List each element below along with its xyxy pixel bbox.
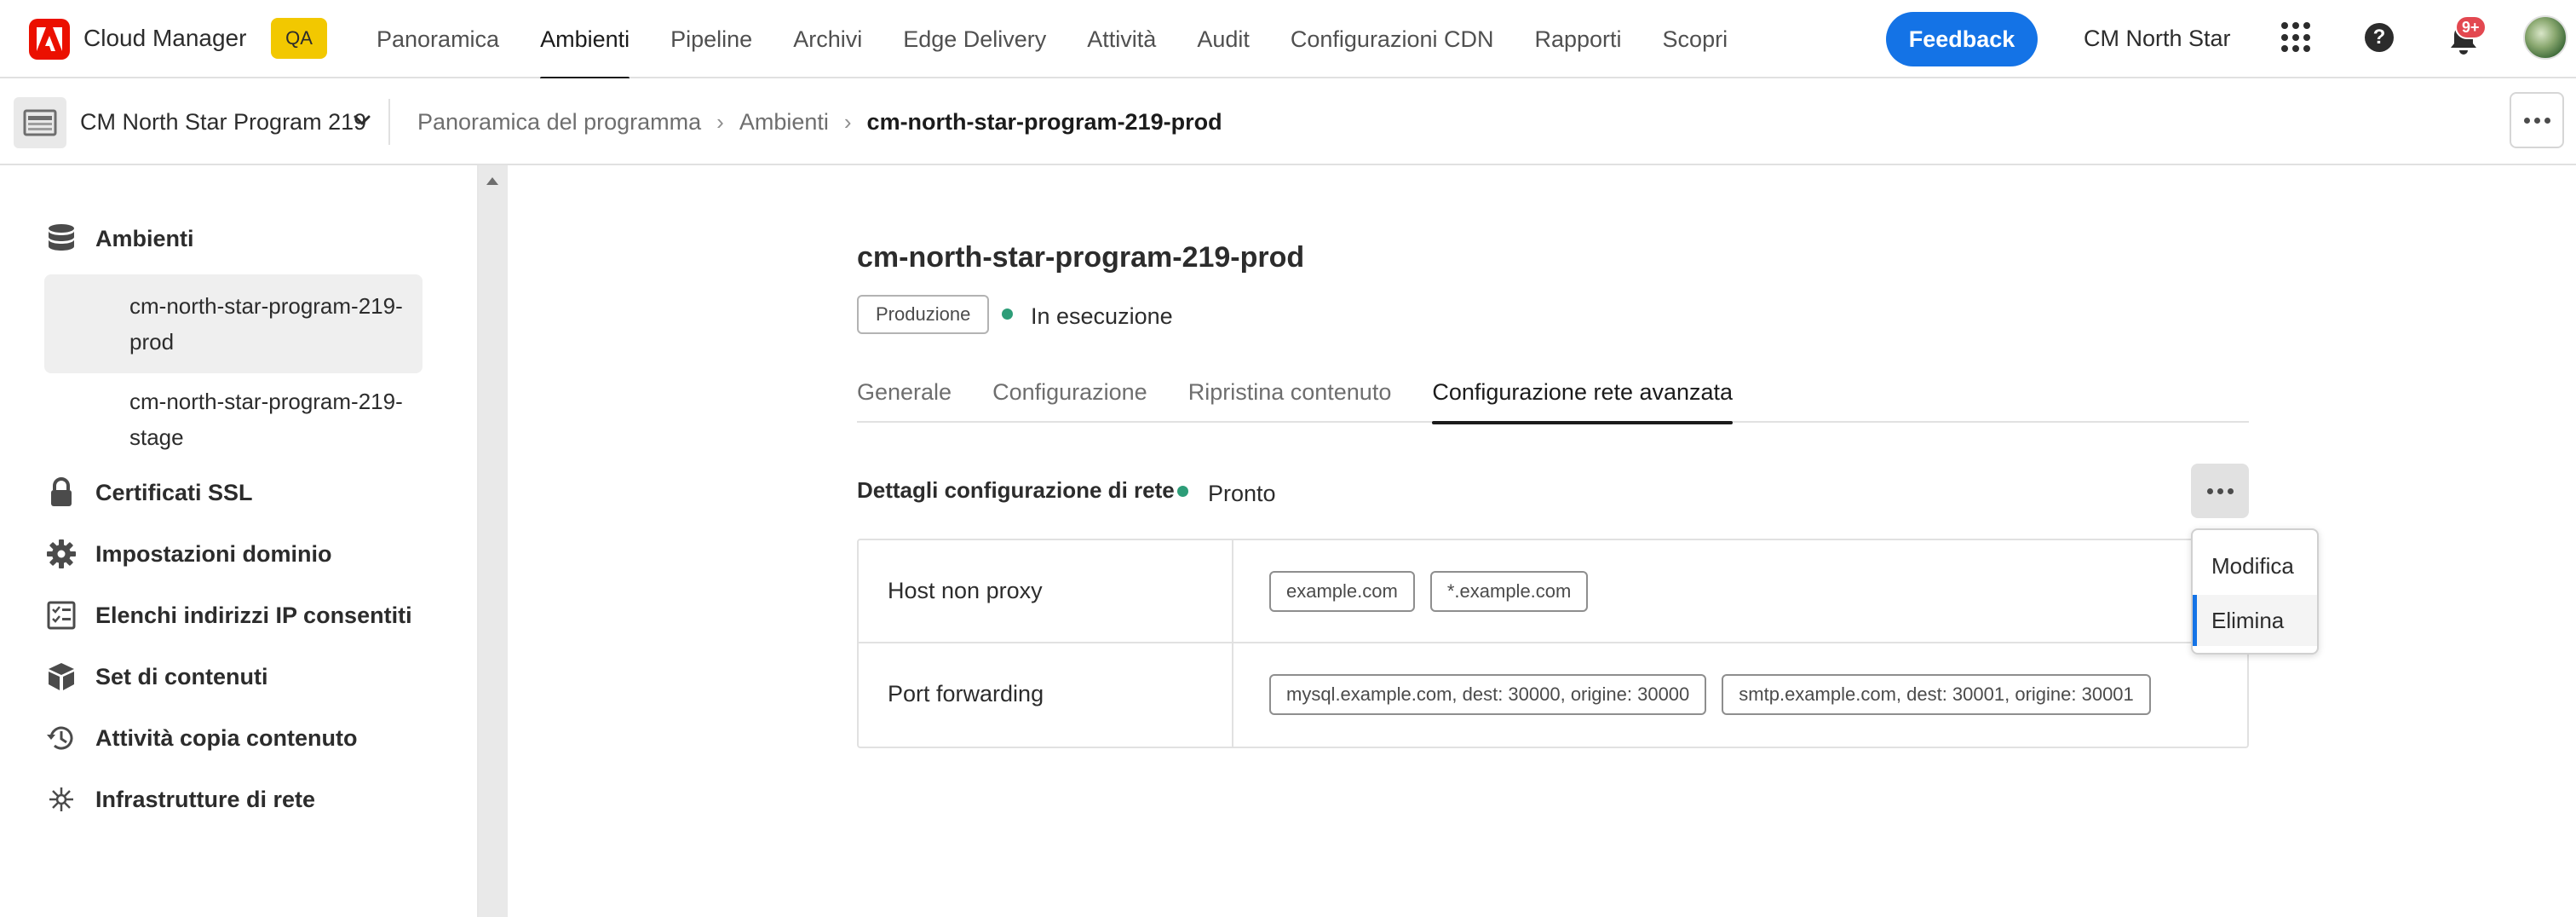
- more-icon: [2523, 117, 2530, 124]
- sidebar-item-label: Elenchi indirizzi IP consentiti: [95, 602, 412, 628]
- app-switcher-icon[interactable]: [2281, 22, 2312, 53]
- chevron-right-icon: ›: [716, 109, 724, 135]
- avatar[interactable]: [2523, 15, 2567, 60]
- row-label: Host non proxy: [888, 578, 1043, 603]
- sidebar-item-domain-settings[interactable]: Impostazioni dominio: [44, 537, 332, 571]
- breadcrumb-environments[interactable]: Ambienti: [739, 107, 829, 136]
- status-dot: [1177, 486, 1188, 497]
- nav-item-audit[interactable]: Audit: [1176, 0, 1270, 78]
- port-forward-chip: mysql.example.com, dest: 30000, origine:…: [1269, 674, 1707, 715]
- menu-item-delete[interactable]: Elimina: [2193, 595, 2317, 646]
- sidebar-env-prod[interactable]: cm-north-star-program-219-prod: [44, 274, 423, 373]
- breadcrumb-program-overview[interactable]: Panoramica del programma: [417, 107, 701, 136]
- package-icon: [44, 660, 78, 694]
- sidebar-item-ip-allowlists[interactable]: Elenchi indirizzi IP consentiti: [44, 598, 412, 632]
- program-icon[interactable]: [14, 97, 66, 148]
- help-icon[interactable]: ?: [2365, 23, 2394, 52]
- more-actions-button[interactable]: [2510, 92, 2564, 148]
- tab-restore-content[interactable]: Ripristina contenuto: [1188, 361, 1392, 423]
- scroll-up-icon[interactable]: [486, 177, 498, 185]
- chevron-down-icon[interactable]: [353, 111, 371, 134]
- breadcrumb-current: cm-north-star-program-219-prod: [866, 109, 1222, 135]
- tab-list: Generale Configurazione Ripristina conte…: [857, 361, 2249, 424]
- database-icon: [44, 222, 78, 256]
- nav-item-scopri[interactable]: Scopri: [1642, 0, 1749, 78]
- tab-advanced-networking[interactable]: Configurazione rete avanzata: [1432, 361, 1733, 424]
- environment-type-tag: Produzione: [857, 295, 990, 334]
- notification-count-badge: 9+: [2455, 15, 2487, 39]
- nav-item-configurazioni-cdn[interactable]: Configurazioni CDN: [1270, 0, 1515, 78]
- adobe-logo-icon[interactable]: [29, 19, 70, 60]
- sidebar-item-ssl[interactable]: Certificati SSL: [44, 476, 253, 510]
- history-icon: [44, 721, 78, 755]
- environment-status: In esecuzione: [1031, 303, 1173, 329]
- sidebar: Ambienti cm-north-star-program-219-prod …: [0, 165, 479, 917]
- sidebar-item-network-infrastructure[interactable]: Infrastrutture di rete: [44, 782, 315, 816]
- sidebar-item-environments[interactable]: Ambienti: [44, 222, 194, 256]
- row-label: Port forwarding: [888, 681, 1044, 706]
- section-title: Dettagli configurazione di rete: [857, 477, 1175, 503]
- tab-configuration[interactable]: Configurazione: [992, 361, 1147, 423]
- app-title[interactable]: Cloud Manager: [83, 24, 246, 53]
- org-switcher[interactable]: CM North Star: [2084, 24, 2231, 53]
- nav-item-panoramica[interactable]: Panoramica: [356, 0, 520, 78]
- table-row: Port forwarding mysql.example.com, dest:…: [859, 643, 2247, 747]
- network-config-status: Pronto: [1208, 481, 1276, 506]
- chevron-right-icon: ›: [843, 109, 852, 135]
- sidebar-item-label: Certificati SSL: [95, 479, 253, 505]
- top-navigation-bar: Cloud Manager QA Panoramica Ambienti Pip…: [0, 0, 2576, 80]
- sidebar-item-content-copy[interactable]: Attività copia contenuto: [44, 721, 358, 755]
- nav-item-attivita[interactable]: Attività: [1067, 0, 1176, 78]
- nav-item-archivi[interactable]: Archivi: [773, 0, 883, 78]
- tab-general[interactable]: Generale: [857, 361, 952, 423]
- network-config-actions-button[interactable]: [2191, 464, 2249, 518]
- sidebar-item-label: Ambienti: [95, 225, 194, 251]
- nav-item-edge-delivery[interactable]: Edge Delivery: [883, 0, 1067, 78]
- network-config-table: Host non proxy example.com *.example.com…: [857, 539, 2249, 748]
- divider: [388, 99, 390, 145]
- lock-icon: [44, 476, 78, 510]
- nav-item-ambienti[interactable]: Ambienti: [520, 0, 650, 80]
- sidebar-env-stage[interactable]: cm-north-star-program-219-stage: [44, 370, 423, 469]
- program-bar: CM North Star Program 219 Panoramica del…: [0, 78, 2576, 165]
- network-icon: [44, 782, 78, 816]
- main-nav: Panoramica Ambienti Pipeline Archivi Edg…: [356, 0, 1749, 80]
- actions-menu: Modifica Elimina: [2191, 528, 2319, 655]
- sidebar-item-label: Set di contenuti: [95, 663, 268, 689]
- host-chip: example.com: [1269, 571, 1415, 612]
- sidebar-item-label: Impostazioni dominio: [95, 540, 332, 567]
- sidebar-item-content-sets[interactable]: Set di contenuti: [44, 660, 268, 694]
- chip-list: mysql.example.com, dest: 30000, origine:…: [1269, 674, 2151, 715]
- table-row: Host non proxy example.com *.example.com: [859, 540, 2247, 643]
- more-icon: [2206, 487, 2213, 494]
- host-chip: *.example.com: [1429, 571, 1589, 612]
- gear-icon: [44, 537, 78, 571]
- sidebar-item-label: Infrastrutture di rete: [95, 786, 316, 812]
- feedback-button[interactable]: Feedback: [1886, 12, 2038, 66]
- program-selector[interactable]: CM North Star Program 219: [80, 107, 366, 136]
- chip-list: example.com *.example.com: [1269, 571, 1589, 612]
- page-title: cm-north-star-program-219-prod: [857, 241, 1305, 274]
- environment-badge: QA: [271, 18, 327, 59]
- nav-item-rapporti[interactable]: Rapporti: [1514, 0, 1642, 78]
- sidebar-item-label: Attività copia contenuto: [95, 724, 358, 751]
- checklist-icon: [44, 598, 78, 632]
- nav-item-pipeline[interactable]: Pipeline: [650, 0, 773, 78]
- menu-item-edit[interactable]: Modifica: [2193, 540, 2317, 591]
- sidebar-scrollbar[interactable]: [479, 165, 508, 917]
- breadcrumb: Panoramica del programma › Ambienti › cm…: [417, 107, 1222, 136]
- port-forward-chip: smtp.example.com, dest: 30001, origine: …: [1722, 674, 2151, 715]
- status-dot: [1002, 309, 1013, 320]
